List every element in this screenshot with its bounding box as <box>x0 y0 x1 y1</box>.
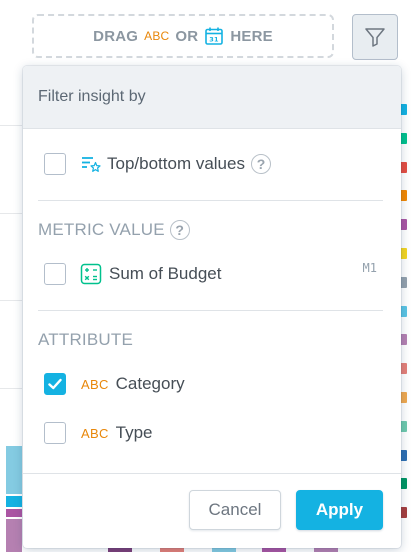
gridline <box>0 300 22 301</box>
drop-zone-middle: OR <box>175 27 199 45</box>
ranking-checkbox[interactable] <box>44 153 66 175</box>
help-icon[interactable]: ? <box>250 154 271 174</box>
chart-bar <box>6 509 22 517</box>
attribute-label: Category <box>115 374 185 393</box>
attribute-row-type[interactable]: ABC Type <box>44 421 153 445</box>
ranking-filter-row[interactable]: Top/bottom values ? <box>44 152 271 176</box>
divider <box>38 200 383 201</box>
popover-header: Filter insight by <box>23 66 401 129</box>
attribute-abc-icon: ABC <box>81 425 109 441</box>
gridline <box>0 388 22 389</box>
attribute-abc-icon: ABC <box>81 376 109 392</box>
metric-section-title: METRIC VALUE ? <box>38 220 190 240</box>
apply-button[interactable]: Apply <box>296 490 383 530</box>
svg-text:31: 31 <box>210 36 220 44</box>
category-checkbox[interactable] <box>44 373 66 395</box>
metric-section-label: METRIC VALUE <box>38 220 165 239</box>
attribute-row-category[interactable]: ABC Category <box>44 372 185 396</box>
metric-row-sum-of-budget[interactable]: Sum of Budget <box>44 262 384 286</box>
ranking-icon <box>81 155 101 173</box>
filter-button[interactable] <box>352 14 398 60</box>
attribute-section-label: ATTRIBUTE <box>38 330 133 349</box>
check-icon <box>48 378 62 390</box>
cancel-button[interactable]: Cancel <box>189 490 281 530</box>
attribute-abc-icon: ABC <box>144 29 170 43</box>
popover-title: Filter insight by <box>38 88 146 105</box>
metric-id-badge: M1 <box>362 261 377 275</box>
drop-zone-prefix: DRAG <box>93 27 139 45</box>
gridline <box>0 125 22 126</box>
metric-label: Sum of Budget <box>109 264 222 283</box>
calendar-icon: 31 <box>204 26 224 46</box>
help-icon[interactable]: ? <box>169 220 190 240</box>
popover-footer: Cancel Apply <box>23 473 401 548</box>
attribute-section-title: ATTRIBUTE <box>38 330 133 350</box>
metric-checkbox[interactable] <box>44 263 66 285</box>
type-checkbox[interactable] <box>44 422 66 444</box>
chart-bar <box>6 519 22 552</box>
chart-bar <box>6 446 22 494</box>
divider <box>38 310 383 311</box>
ranking-label: Top/bottom values <box>107 154 245 173</box>
filter-popover: Filter insight by Top/bottom values ? ME… <box>23 66 401 548</box>
attribute-label: Type <box>115 423 153 442</box>
filter-icon <box>364 26 386 48</box>
chart-bar <box>6 496 22 507</box>
filter-drop-zone[interactable]: DRAG ABC OR 31 HERE <box>32 14 334 58</box>
drop-zone-suffix: HERE <box>230 27 273 45</box>
gridline <box>0 213 22 214</box>
calculator-icon <box>80 263 102 285</box>
